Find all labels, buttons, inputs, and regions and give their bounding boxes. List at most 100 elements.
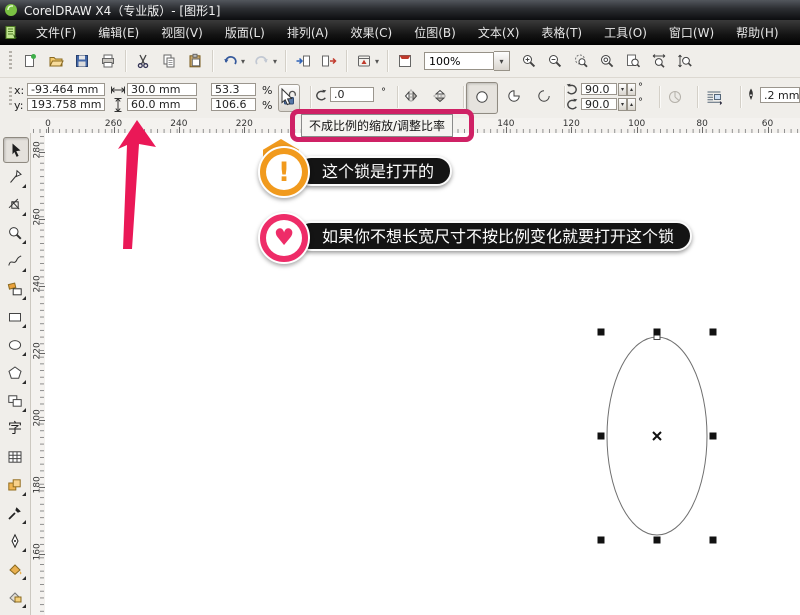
clockwise-arc-button-disabled[interactable] <box>663 86 687 110</box>
welcome-screen-button[interactable] <box>392 49 418 73</box>
start-angle-spinner[interactable]: ▾▴ <box>618 83 636 96</box>
mirror-vertical-button[interactable] <box>428 87 452 107</box>
redo-button[interactable] <box>249 49 275 73</box>
chevron-down-icon[interactable]: ▾ <box>494 51 510 71</box>
zoom-level-value[interactable]: 100% <box>424 52 494 70</box>
zoom-level-combo[interactable]: 100%▾ <box>424 51 510 71</box>
freehand-tool[interactable] <box>3 249 27 273</box>
outline-pen-icon <box>743 87 759 103</box>
copy-button[interactable] <box>156 49 182 73</box>
nonproportional-scaling-lock-button[interactable] <box>278 84 300 112</box>
toolbar-separator <box>285 50 286 72</box>
fill-tool[interactable] <box>3 557 27 581</box>
mirror-horizontal-button[interactable] <box>399 87 423 107</box>
ellipse-mode-button[interactable] <box>466 82 498 114</box>
zoom-page-width-button[interactable] <box>646 49 672 73</box>
end-angle-spinner[interactable]: ▾▴ <box>618 98 636 111</box>
flyout-indicator <box>22 576 26 580</box>
degree-sign: ° <box>381 87 386 98</box>
object-height-field[interactable]: 60.0 mm <box>127 98 197 111</box>
app-launcher-button[interactable] <box>351 49 377 73</box>
window-title: CorelDRAW X4（专业版）- [图形1] <box>24 2 220 19</box>
menu-effects[interactable]: 效果(C) <box>339 21 403 44</box>
flyout-indicator <box>22 268 26 272</box>
chevron-down-icon[interactable]: ▾ <box>273 57 281 66</box>
outline-width-dropdown[interactable]: .2 mm <box>760 87 800 103</box>
object-width-icon <box>110 82 126 98</box>
export-button[interactable] <box>316 49 342 73</box>
ruler-label: 200 <box>33 412 43 427</box>
wrap-text-button[interactable] <box>700 86 728 110</box>
zoom-in-button[interactable] <box>516 49 542 73</box>
chevron-down-icon[interactable]: ▾ <box>241 57 249 66</box>
propbar-drag-handle[interactable] <box>9 87 12 107</box>
polygon-tool[interactable] <box>3 361 27 385</box>
paste-button[interactable] <box>182 49 208 73</box>
pick-tool[interactable] <box>3 137 29 163</box>
new-button[interactable] <box>17 49 43 73</box>
eyedropper-tool[interactable] <box>3 501 27 525</box>
crop-tool[interactable] <box>3 193 27 217</box>
print-button[interactable] <box>95 49 121 73</box>
scale-vertical-field[interactable]: 106.6 <box>211 98 256 111</box>
degree-sign: ° <box>638 97 643 108</box>
zoom-page-button[interactable] <box>620 49 646 73</box>
menu-table[interactable]: 表格(T) <box>530 21 593 44</box>
menu-layout[interactable]: 版面(L) <box>214 21 276 44</box>
cut-button[interactable] <box>130 49 156 73</box>
blend-tool[interactable] <box>3 473 27 497</box>
table-tool[interactable] <box>3 445 27 469</box>
open-button[interactable] <box>43 49 69 73</box>
save-button[interactable] <box>69 49 95 73</box>
exclamation-badge: ! <box>258 146 310 198</box>
smart-fill-tool[interactable] <box>3 277 27 301</box>
rotation-icon <box>313 88 329 104</box>
object-height-icon <box>110 97 126 113</box>
x-position-field[interactable]: -93.464 mm <box>27 83 105 96</box>
arc-mode-button[interactable] <box>531 84 557 110</box>
toolbar-separator <box>387 50 388 72</box>
menu-text[interactable]: 文本(X) <box>467 21 531 44</box>
menu-edit[interactable]: 编辑(E) <box>87 21 150 44</box>
ruler-label: 160 <box>33 546 43 561</box>
zoom-tool[interactable] <box>3 221 27 245</box>
end-angle-field[interactable]: 90.0 <box>581 98 617 110</box>
rotation-angle-field[interactable]: .0 <box>330 87 374 102</box>
y-position-field[interactable]: 193.758 mm <box>27 98 105 111</box>
drawing-canvas[interactable] <box>45 133 800 615</box>
chevron-down-icon[interactable]: ▾ <box>375 57 383 66</box>
zoom-out-button[interactable] <box>542 49 568 73</box>
ellipse-tool[interactable] <box>3 333 27 357</box>
menu-help[interactable]: 帮助(H) <box>725 21 789 44</box>
menu-arrange[interactable]: 排列(A) <box>276 21 340 44</box>
text-tool[interactable]: 字 <box>3 417 27 441</box>
outline-pen-tool[interactable] <box>3 529 27 553</box>
rectangle-tool[interactable] <box>3 305 27 329</box>
interactive-fill-tool[interactable] <box>3 585 27 609</box>
toolbar-separator <box>212 50 213 72</box>
menu-window[interactable]: 窗口(W) <box>658 21 725 44</box>
zoom-all-objects-button[interactable] <box>594 49 620 73</box>
zoom-page-height-button[interactable] <box>672 49 698 73</box>
import-button[interactable] <box>290 49 316 73</box>
menu-items: 文件(F)编辑(E)视图(V)版面(L)排列(A)效果(C)位图(B)文本(X)… <box>25 21 790 44</box>
zoom-selected-button[interactable] <box>568 49 594 73</box>
shape-tool[interactable] <box>3 165 27 189</box>
object-width-field[interactable]: 30.0 mm <box>127 83 197 96</box>
toolbox: 字 <box>0 133 31 615</box>
pie-mode-button[interactable] <box>501 84 527 110</box>
ruler-label: 220 <box>33 345 43 360</box>
basic-shapes-tool[interactable] <box>3 389 27 413</box>
vertical-ruler[interactable]: 280260240220200180160 <box>30 133 46 615</box>
menu-bitmaps[interactable]: 位图(B) <box>403 21 467 44</box>
flyout-indicator <box>22 492 26 496</box>
start-angle-field[interactable]: 90.0 <box>581 83 617 95</box>
toolbar-drag-handle[interactable] <box>9 51 12 71</box>
menu-file[interactable]: 文件(F) <box>25 21 87 44</box>
undo-button[interactable] <box>217 49 243 73</box>
flyout-indicator <box>22 240 26 244</box>
toolbar-items: ▾▾▾100%▾ <box>17 49 698 73</box>
scale-horizontal-field[interactable]: 53.3 <box>211 83 256 96</box>
menu-tools[interactable]: 工具(O) <box>593 21 658 44</box>
menu-view[interactable]: 视图(V) <box>150 21 214 44</box>
